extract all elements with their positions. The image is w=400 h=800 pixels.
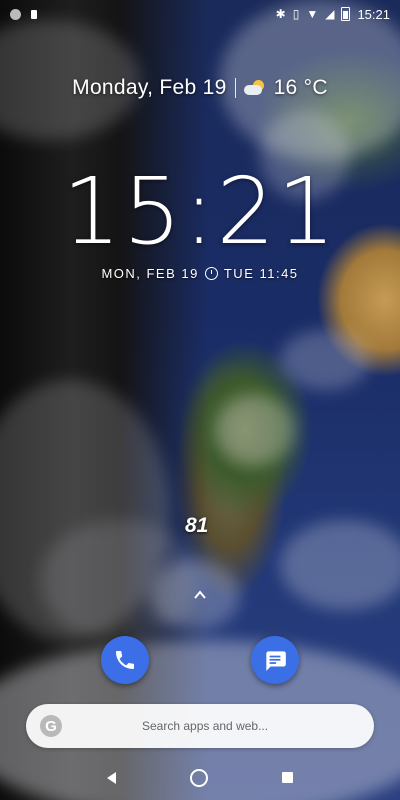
next-alarm: TUE 11:45 bbox=[223, 266, 299, 281]
next-alarm-line[interactable]: MON, FEB 19 TUE 11:45 bbox=[0, 266, 400, 281]
divider bbox=[234, 78, 236, 98]
lock-icon bbox=[31, 9, 37, 19]
search-placeholder: Search apps and web... bbox=[142, 719, 269, 733]
vibrate-icon: ▯ bbox=[292, 7, 300, 21]
date-weather-line[interactable]: Monday, Feb 19 16 °C bbox=[0, 76, 400, 100]
navigation-bar bbox=[0, 755, 400, 800]
notification-dot-icon bbox=[10, 8, 21, 20]
messages-app-button[interactable] bbox=[251, 636, 299, 684]
phone-app-button[interactable] bbox=[101, 636, 149, 684]
lockscreen-clock: 15:21 bbox=[62, 158, 338, 265]
status-bar: ✱ ▯ ▼ ◢ 15:21 bbox=[0, 0, 400, 28]
battery-icon bbox=[341, 7, 351, 21]
home-button-icon[interactable] bbox=[190, 768, 208, 787]
alarm-clock-icon bbox=[204, 267, 218, 280]
chevron-up-icon[interactable] bbox=[194, 589, 206, 601]
google-logo-icon: G bbox=[40, 715, 62, 737]
partly-cloudy-icon bbox=[243, 80, 266, 96]
bluetooth-icon: ✱ bbox=[275, 7, 286, 21]
temperature: 16 °C bbox=[273, 76, 328, 99]
alarm-date: MON, FEB 19 bbox=[101, 266, 199, 281]
wifi-icon: ▼ bbox=[306, 7, 319, 21]
phone-icon bbox=[116, 651, 134, 669]
signal-icon: ◢ bbox=[325, 7, 335, 21]
recents-button-icon[interactable] bbox=[282, 772, 293, 783]
search-bar[interactable]: G Search apps and web... bbox=[26, 704, 374, 748]
back-button-icon[interactable] bbox=[107, 771, 116, 784]
messages-icon bbox=[266, 651, 286, 671]
widget-number[interactable]: 81 bbox=[185, 514, 208, 538]
status-time: 15:21 bbox=[357, 6, 390, 22]
wallpaper-earth bbox=[0, 0, 400, 800]
lockscreen-date: Monday, Feb 19 bbox=[72, 76, 227, 99]
